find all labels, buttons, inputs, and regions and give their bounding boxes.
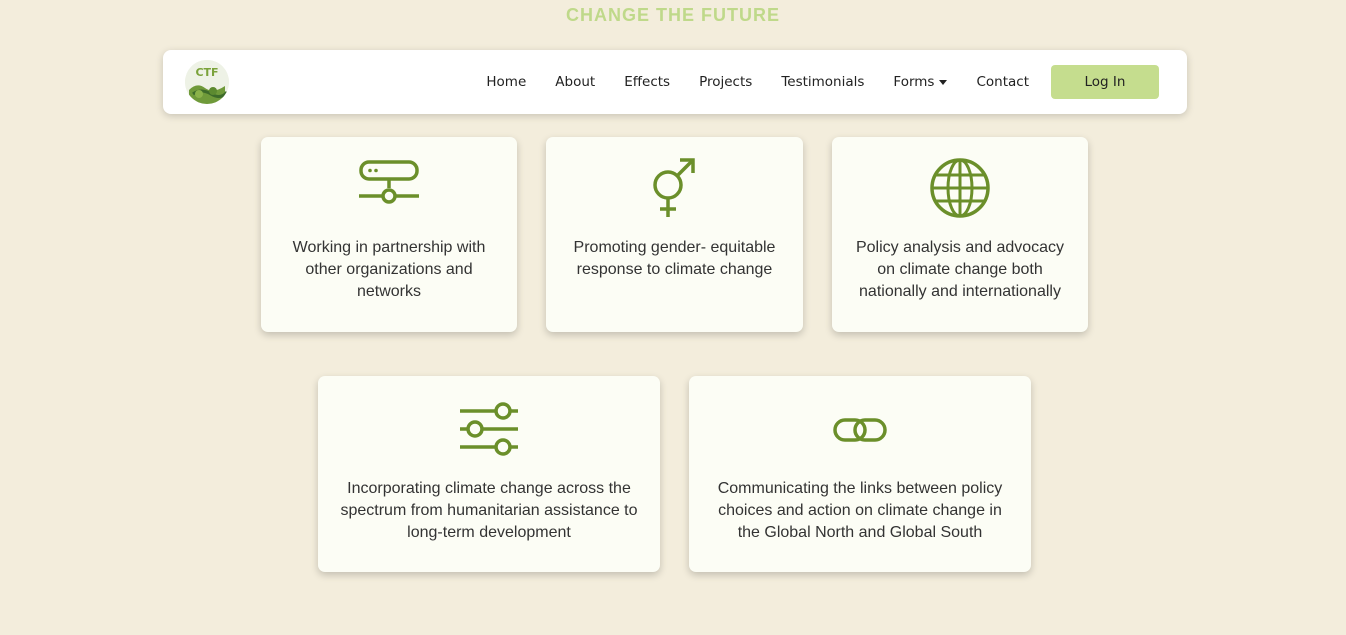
- logo[interactable]: CTF: [185, 60, 229, 104]
- nav-forms-label: Forms: [893, 74, 935, 90]
- gender-icon: [644, 157, 706, 223]
- card-text: Incorporating climate change across the …: [340, 480, 638, 541]
- globe-icon: [929, 157, 991, 223]
- network-icon: [358, 157, 420, 217]
- card-text: Promoting gender- equitable response to …: [573, 239, 776, 278]
- nav-contact[interactable]: Contact: [976, 74, 1029, 90]
- sliders-icon: [458, 400, 520, 462]
- nav-home[interactable]: Home: [486, 74, 526, 90]
- link-icon: [833, 416, 887, 448]
- login-button[interactable]: Log In: [1051, 65, 1159, 99]
- svg-text:CTF: CTF: [195, 66, 218, 79]
- nav-projects[interactable]: Projects: [699, 74, 752, 90]
- feature-card: Incorporating climate change across the …: [318, 376, 660, 572]
- feature-card: Promoting gender- equitable response to …: [546, 137, 803, 332]
- card-text: Working in partnership with other organi…: [292, 239, 486, 300]
- nav-about[interactable]: About: [555, 74, 595, 90]
- card-text: Communicating the links between policy c…: [717, 480, 1003, 541]
- feature-card: Working in partnership with other organi…: [261, 137, 517, 332]
- nav-testimonials[interactable]: Testimonials: [781, 74, 864, 90]
- nav-links: Home About Effects Projects Testimonials…: [457, 50, 1029, 114]
- caret-down-icon: [939, 79, 948, 85]
- feature-card: Policy analysis and advocacy on climate …: [832, 137, 1088, 332]
- page-title: CHANGE THE FUTURE: [566, 5, 780, 25]
- navbar: CTF Home About Effects Projects Testimon…: [163, 50, 1187, 114]
- feature-card: Communicating the links between policy c…: [689, 376, 1031, 572]
- nav-forms-dropdown[interactable]: Forms: [893, 74, 948, 90]
- nav-effects[interactable]: Effects: [624, 74, 670, 90]
- card-text: Policy analysis and advocacy on climate …: [855, 239, 1065, 300]
